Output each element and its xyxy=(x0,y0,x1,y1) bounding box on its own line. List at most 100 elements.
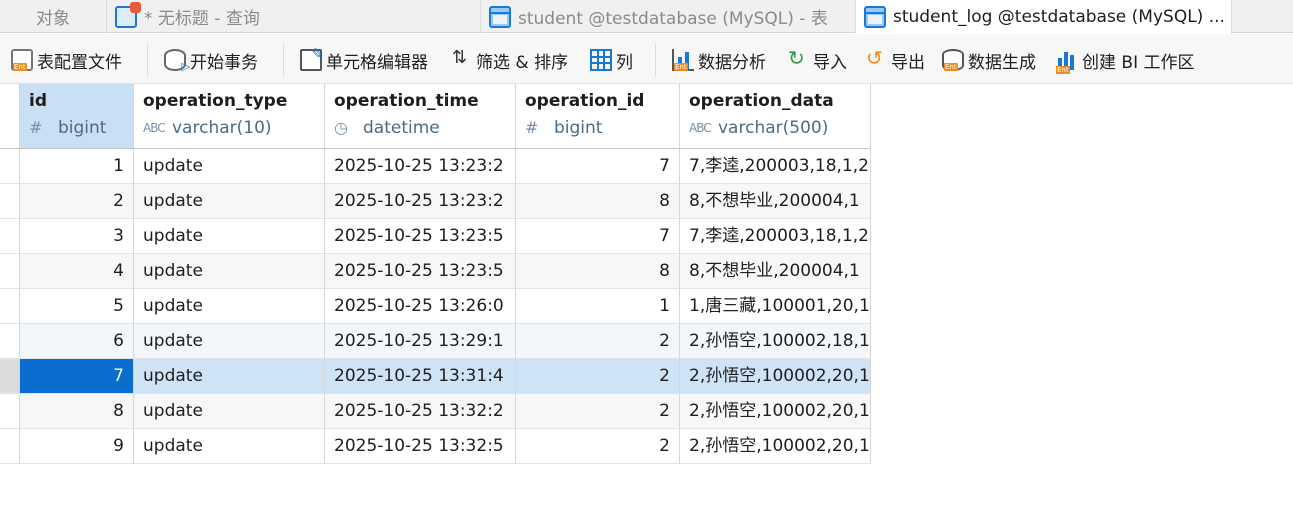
clock-type-icon: ◷ xyxy=(334,118,348,137)
cell-operation-type[interactable]: update xyxy=(134,289,325,324)
text-type-icon: ABC xyxy=(143,121,166,135)
cell-id[interactable]: 2 xyxy=(20,184,134,219)
toolbar-divider xyxy=(147,43,148,77)
column-name: operation_data xyxy=(689,91,834,111)
cell-operation-type[interactable]: update xyxy=(134,324,325,359)
data-analysis-button[interactable]: 数据分析 xyxy=(672,47,766,73)
cell-operation-data[interactable]: 2,孙悟空,100002,20,1 xyxy=(680,429,871,464)
row-selector[interactable] xyxy=(0,219,20,254)
cell-operation-type[interactable]: update xyxy=(134,359,325,394)
column-name: operation_id xyxy=(525,91,645,111)
cell-operation-data[interactable]: 8,不想毕业,200004,1 xyxy=(680,184,871,219)
tab-objects[interactable]: 对象 xyxy=(0,0,107,33)
column-header-operation-type[interactable]: operation_type ABC varchar(10) xyxy=(134,84,325,149)
cell-operation-data[interactable]: 7,李逵,200003,18,1,2 xyxy=(680,219,871,254)
cell-operation-id[interactable]: 8 xyxy=(516,254,680,289)
cell-operation-type[interactable]: update xyxy=(134,254,325,289)
cell-id[interactable]: 6 xyxy=(20,324,134,359)
tab-label: 对象 xyxy=(36,9,70,29)
table-profile-icon xyxy=(11,49,33,71)
filter-sort-button[interactable]: 筛选 & 排序 xyxy=(450,47,568,73)
cell-operation-type[interactable]: update xyxy=(134,394,325,429)
cell-id[interactable]: 9 xyxy=(20,429,134,464)
column-type: datetime xyxy=(363,118,440,138)
edit-icon xyxy=(300,45,324,71)
import-icon xyxy=(787,46,809,71)
cell-id[interactable]: 3 xyxy=(20,219,134,254)
row-selector[interactable] xyxy=(0,359,20,394)
cell-operation-id[interactable]: 2 xyxy=(516,359,680,394)
cell-operation-data[interactable]: 2,孙悟空,100002,20,1 xyxy=(680,394,871,429)
tab-student-table[interactable]: student @testdatabase (MySQL) - 表 xyxy=(481,0,856,33)
grid-corner[interactable] xyxy=(0,84,20,149)
column-header-operation-time[interactable]: operation_time ◷ datetime xyxy=(325,84,516,149)
transaction-icon xyxy=(164,49,190,73)
data-generation-button[interactable]: 数据生成 xyxy=(942,47,1036,73)
row-selector[interactable] xyxy=(0,429,20,464)
cell-operation-time[interactable]: 2025-10-25 13:23:5 xyxy=(325,254,516,289)
cell-operation-id[interactable]: 2 xyxy=(516,324,680,359)
tab-untitled-query[interactable]: * 无标题 - 查询 xyxy=(107,0,481,33)
column-header-id[interactable]: id # bigint xyxy=(20,84,134,149)
number-type-icon: # xyxy=(29,118,43,137)
cell-operation-time[interactable]: 2025-10-25 13:23:2 xyxy=(325,149,516,184)
table-profile-label: 表配置文件 xyxy=(37,52,122,73)
row-selector[interactable] xyxy=(0,289,20,324)
row-selector[interactable] xyxy=(0,149,20,184)
cell-id[interactable]: 1 xyxy=(20,149,134,184)
cell-editor-button[interactable]: 单元格编辑器 xyxy=(300,45,428,73)
toolbar-divider xyxy=(283,43,284,77)
tab-label: student_log @testdatabase (MySQL) ... xyxy=(893,7,1225,27)
cell-operation-data[interactable]: 2,孙悟空,100002,18,1 xyxy=(680,324,871,359)
cell-operation-data[interactable]: 8,不想毕业,200004,1 xyxy=(680,254,871,289)
cell-operation-id[interactable]: 2 xyxy=(516,394,680,429)
cell-operation-time[interactable]: 2025-10-25 13:31:4 xyxy=(325,359,516,394)
columns-label: 列 xyxy=(616,52,633,73)
columns-button[interactable]: 列 xyxy=(590,47,633,73)
cell-operation-time[interactable]: 2025-10-25 13:26:0 xyxy=(325,289,516,324)
cell-id[interactable]: 8 xyxy=(20,394,134,429)
tab-bar: 对象 * 无标题 - 查询 student @testdatabase (MyS… xyxy=(0,0,1293,34)
row-selector[interactable] xyxy=(0,254,20,289)
cell-id[interactable]: 7 xyxy=(20,359,134,394)
cell-operation-time[interactable]: 2025-10-25 13:32:5 xyxy=(325,429,516,464)
row-selector[interactable] xyxy=(0,324,20,359)
data-generation-icon xyxy=(942,49,964,71)
cell-operation-time[interactable]: 2025-10-25 13:23:5 xyxy=(325,219,516,254)
column-type: varchar(500) xyxy=(718,118,829,138)
cell-operation-type[interactable]: update xyxy=(134,149,325,184)
cell-operation-data[interactable]: 7,李逵,200003,18,1,2 xyxy=(680,149,871,184)
cell-operation-type[interactable]: update xyxy=(134,184,325,219)
cell-operation-data[interactable]: 2,孙悟空,100002,20,1 xyxy=(680,359,871,394)
table-profile-button[interactable]: 表配置文件 xyxy=(11,47,122,73)
cell-operation-id[interactable]: 7 xyxy=(516,219,680,254)
create-bi-workspace-label: 创建 BI 工作区 xyxy=(1082,52,1195,73)
column-type: bigint xyxy=(58,118,107,138)
cell-operation-id[interactable]: 8 xyxy=(516,184,680,219)
create-bi-workspace-button[interactable]: 创建 BI 工作区 xyxy=(1056,47,1195,74)
cell-id[interactable]: 4 xyxy=(20,254,134,289)
column-header-operation-data[interactable]: operation_data ABC varchar(500) xyxy=(680,84,871,149)
toolbar-divider xyxy=(655,43,656,77)
cell-operation-data[interactable]: 1,唐三藏,100001,20,1 xyxy=(680,289,871,324)
row-selector[interactable] xyxy=(0,394,20,429)
columns-icon xyxy=(590,49,612,71)
cell-operation-time[interactable]: 2025-10-25 13:32:2 xyxy=(325,394,516,429)
column-header-operation-id[interactable]: operation_id # bigint xyxy=(516,84,680,149)
bi-chart-icon xyxy=(1056,49,1078,74)
row-selector[interactable] xyxy=(0,184,20,219)
cell-operation-type[interactable]: update xyxy=(134,429,325,464)
cell-operation-id[interactable]: 7 xyxy=(516,149,680,184)
cell-operation-time[interactable]: 2025-10-25 13:29:1 xyxy=(325,324,516,359)
column-type: bigint xyxy=(554,118,603,138)
cell-operation-id[interactable]: 1 xyxy=(516,289,680,324)
begin-transaction-button[interactable]: 开始事务 xyxy=(164,47,258,73)
cell-operation-time[interactable]: 2025-10-25 13:23:2 xyxy=(325,184,516,219)
export-button[interactable]: 导出 xyxy=(865,46,925,73)
cell-operation-type[interactable]: update xyxy=(134,219,325,254)
begin-transaction-label: 开始事务 xyxy=(190,52,258,73)
cell-id[interactable]: 5 xyxy=(20,289,134,324)
import-button[interactable]: 导入 xyxy=(787,46,847,73)
tab-student-log-table[interactable]: student_log @testdatabase (MySQL) ... xyxy=(856,0,1232,34)
cell-operation-id[interactable]: 2 xyxy=(516,429,680,464)
